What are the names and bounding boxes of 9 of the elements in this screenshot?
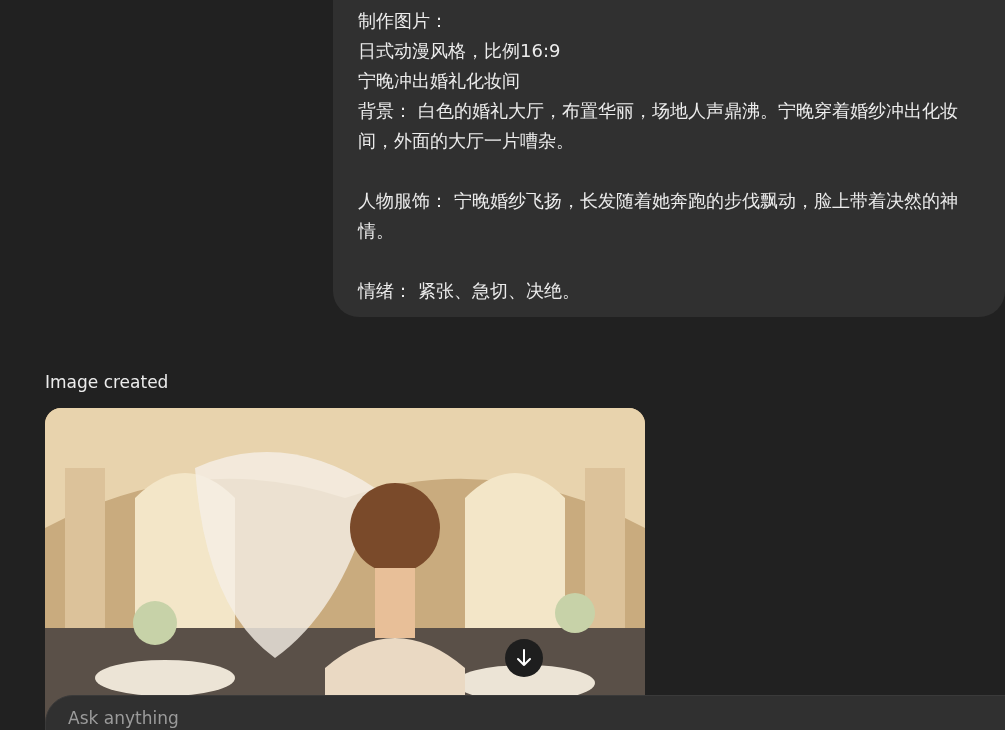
status-text: Image created — [45, 372, 169, 392]
message-text: 人物服饰： 宁晚婚纱飞扬，长发随着她奔跑的步伐飘动，脸上带着决然的神情。 — [358, 189, 958, 243]
message-text: 情绪： 紧张、急切、决绝。 — [358, 279, 581, 303]
message-text: 宁晚冲出婚礼化妆间 — [358, 69, 521, 93]
download-icon — [516, 649, 532, 667]
message-text: 背景： 白色的婚礼大厅，布置华丽，场地人声鼎沸。宁晚穿着婚纱冲出化妆间，外面的大厅一片嘈杂。 — [358, 99, 958, 153]
message-input[interactable]: Ask anything — [68, 708, 468, 728]
message-text: 日式动漫风格，比例16:9 — [358, 39, 562, 63]
message-text: 制作图片： — [358, 9, 449, 33]
